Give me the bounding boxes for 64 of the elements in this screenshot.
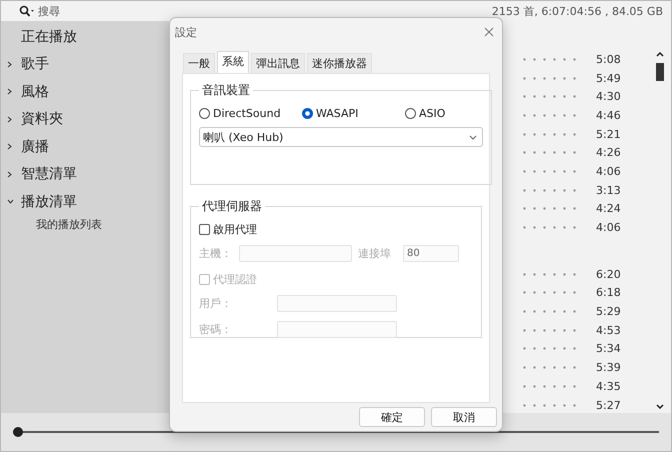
- checkbox-label: 代理認證: [213, 272, 257, 287]
- cancel-button[interactable]: 取消: [431, 407, 497, 427]
- track-duration: 5:39: [596, 361, 622, 374]
- group-title: 音訊裝置: [201, 82, 251, 99]
- playlist-item[interactable]: 我的播放列表: [1, 216, 169, 234]
- track-duration: 6:18: [596, 286, 622, 300]
- radio-button[interactable]: [405, 108, 416, 119]
- chevron-right-icon[interactable]: [7, 116, 12, 123]
- library-stats: 2153 首, 6:07:04:56 , 84.05 GB: [492, 4, 663, 18]
- track-duration: 3:13: [596, 184, 622, 197]
- ok-button[interactable]: 確定: [359, 407, 425, 427]
- chevron-right-icon[interactable]: [7, 60, 12, 68]
- track-duration: 5:08: [596, 52, 622, 66]
- track-duration: 4:06: [596, 164, 622, 178]
- radio-button[interactable]: [302, 108, 313, 119]
- track-duration: 5:34: [596, 342, 622, 356]
- scrollbar-thumb[interactable]: [656, 63, 664, 81]
- search-icon[interactable]: [19, 5, 35, 17]
- track-duration: 4:53: [596, 324, 622, 337]
- tab[interactable]: 迷你播放器: [307, 53, 372, 73]
- dialog-title: 設定: [175, 24, 197, 40]
- radio-label: DirectSound: [213, 107, 281, 120]
- sidebar-item[interactable]: 歌手: [1, 50, 169, 78]
- radio-button[interactable]: [199, 108, 210, 119]
- track-duration: 5:21: [596, 128, 622, 141]
- search-label[interactable]: 搜尋: [38, 4, 60, 18]
- sidebar-item[interactable]: 風格: [1, 78, 169, 106]
- track-duration: 4:26: [596, 146, 622, 160]
- track-duration: 4:06: [596, 221, 622, 234]
- radio-label: WASAPI: [316, 107, 358, 120]
- field-label: 主機：: [199, 246, 233, 260]
- sidebar-item[interactable]: 資料夾: [1, 106, 169, 133]
- sidebar-item[interactable]: 廣播: [1, 133, 169, 160]
- chevron-down-icon[interactable]: [7, 199, 14, 204]
- sidebar-item[interactable]: 播放清單: [1, 188, 169, 216]
- scroll-up-icon[interactable]: [656, 52, 664, 57]
- chevron-down-icon[interactable]: [469, 134, 478, 140]
- field-label: 用戶：: [199, 296, 233, 310]
- chevron-right-icon[interactable]: [7, 143, 12, 150]
- tab[interactable]: 彈出訊息: [251, 53, 305, 73]
- track-duration: 4:46: [596, 108, 622, 122]
- checkbox[interactable]: [199, 224, 210, 235]
- sidebar-item[interactable]: 正在播放: [1, 23, 169, 50]
- tab[interactable]: 系統: [217, 51, 249, 73]
- field-label: 密碼：: [199, 322, 233, 336]
- track-duration: 4:35: [596, 380, 622, 393]
- device-dropdown[interactable]: 喇叭 (Xeo Hub): [199, 127, 484, 147]
- chevron-right-icon[interactable]: [7, 88, 12, 96]
- track-duration: 5:49: [596, 72, 622, 85]
- group-title: 代理伺服器: [201, 198, 263, 215]
- track-duration: 4:24: [596, 202, 622, 216]
- track-duration: 6:20: [596, 268, 622, 281]
- checkbox-label: 啟用代理: [213, 222, 257, 237]
- scroll-down-icon[interactable]: [656, 404, 664, 409]
- close-icon[interactable]: [484, 27, 494, 37]
- track-duration: 5:29: [596, 305, 622, 318]
- tab[interactable]: 一般: [183, 53, 215, 73]
- seek-thumb[interactable]: [13, 427, 23, 437]
- radio-label: ASIO: [419, 107, 446, 120]
- track-duration: 5:27: [596, 398, 622, 412]
- chevron-right-icon[interactable]: [7, 170, 12, 178]
- sidebar-item[interactable]: 智慧清單: [1, 160, 169, 188]
- field-label: 連接埠: [358, 246, 392, 260]
- track-duration: 4:30: [596, 90, 622, 104]
